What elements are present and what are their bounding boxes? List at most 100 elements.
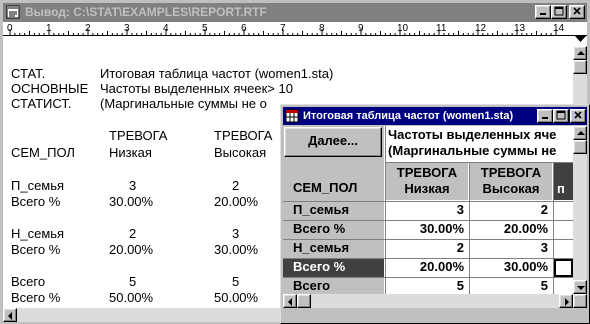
grid-row-label[interactable]: Всего % (283, 259, 384, 277)
column-header: ТРЕВОГА (109, 128, 168, 143)
child-title-bar[interactable]: Итоговая таблица частот (women1.sta) (283, 107, 587, 125)
column-header-line: ТРЕВОГА (396, 165, 458, 180)
column-header-anxiety-high[interactable]: ТРЕВОГА Высокая (470, 163, 552, 200)
frequency-table-window[interactable]: Итоговая таблица частот (women1.sta) Дал… (280, 104, 590, 324)
main-title-bar[interactable]: Вывод: C:\STAT\EXAMPLES\REPORT.RTF (3, 3, 587, 22)
table-icon (285, 109, 299, 123)
column-header-line: ТРЕВОГА (480, 165, 542, 180)
maximize-icon (556, 110, 566, 120)
grid-cell-partial[interactable] (554, 202, 573, 220)
grid-cell[interactable]: 5 (386, 278, 468, 294)
cell-value: 30.00% (214, 242, 259, 257)
cell-value: 50.00% (109, 290, 154, 305)
ruler-number: 0 (7, 23, 13, 34)
grid-cell[interactable]: 3 (386, 202, 468, 220)
child-maximize-button[interactable] (553, 109, 569, 123)
child-close-button[interactable] (570, 109, 586, 123)
column-header-line: п (557, 181, 565, 196)
column-header-line: Низкая (404, 181, 450, 196)
close-icon (573, 7, 581, 15)
ruler-number: 14 (553, 23, 565, 34)
scroll-left-button[interactable] (3, 308, 17, 322)
grid-line (385, 126, 386, 294)
down-arrow-icon (577, 286, 585, 290)
grid-cell[interactable]: 2 (470, 202, 552, 220)
child-scroll-up-button[interactable] (573, 126, 587, 140)
ruler-number: 10 (397, 23, 409, 34)
grid-line (469, 162, 470, 294)
cell-value: 2 (129, 226, 137, 241)
cell-value: 50.00% (214, 290, 259, 305)
minimize-icon (540, 13, 546, 15)
row-label: Всего % (11, 242, 61, 257)
frequency-grid[interactable]: Далее... СЕМ_ПОЛ Частоты выделенных яче … (283, 126, 573, 294)
next-button[interactable]: Далее... (284, 127, 382, 157)
child-horizontal-scrollbar[interactable] (283, 294, 573, 308)
grid-cell-partial[interactable] (554, 278, 573, 294)
grid-cell[interactable]: 30.00% (470, 259, 552, 277)
column-header-anxiety-low[interactable]: ТРЕВОГА Низкая (386, 163, 468, 200)
header-value: (Маргинальные суммы не о (100, 96, 267, 111)
grid-cell-partial[interactable] (554, 259, 573, 277)
grid-cell[interactable]: 5 (470, 278, 552, 294)
document-icon (6, 5, 20, 19)
cell-value: 30.00% (109, 194, 154, 209)
grid-cell[interactable]: 2 (386, 240, 468, 258)
column-header-partial[interactable]: п (554, 163, 573, 200)
child-scroll-left-button[interactable] (283, 294, 297, 308)
grid-title: Частоты выделенных яче (Маргинальные сум… (386, 126, 573, 161)
child-size-grip[interactable] (573, 294, 587, 308)
right-margin-marker[interactable] (575, 36, 586, 42)
row-label: Н_семья (11, 226, 65, 241)
row-label: П_семья (11, 178, 65, 193)
grid-title-line: Частоты выделенных яче (388, 127, 557, 142)
child-scroll-right-button[interactable] (559, 294, 573, 308)
child-scroll-down-button[interactable] (573, 280, 587, 294)
grid-cell-partial[interactable] (554, 221, 573, 239)
up-arrow-icon (577, 131, 585, 135)
ruler-number: 2 (85, 23, 91, 34)
scroll-up-button[interactable] (573, 46, 587, 60)
grid-line (283, 201, 573, 202)
child-minimize-button[interactable] (537, 109, 553, 123)
maximize-button[interactable] (551, 5, 567, 19)
column-header-line: Высокая (482, 181, 540, 196)
ruler-number: 4 (163, 23, 169, 34)
header-value: Итоговая таблица частот (women1.sta) (100, 66, 334, 81)
ruler-number: 1 (46, 23, 52, 34)
grid-cell[interactable]: 3 (470, 240, 552, 258)
grid-cell-partial[interactable] (554, 240, 573, 258)
column-header: Низкая (109, 145, 152, 160)
grid-title-line: (Маргинальные суммы не (388, 143, 557, 158)
left-arrow-icon (288, 298, 292, 306)
child-scroll-thumb[interactable] (573, 140, 587, 154)
up-arrow-icon (577, 51, 585, 55)
right-arrow-icon (565, 298, 569, 306)
cell-value: 20.00% (214, 194, 259, 209)
close-button[interactable] (569, 5, 585, 19)
cell-value: 3 (232, 226, 240, 241)
grid-cell[interactable]: 20.00% (470, 221, 552, 239)
cell-value: 2 (232, 178, 240, 193)
column-header: Высокая (214, 145, 267, 160)
header-label: СТАТИСТ. (11, 96, 72, 111)
main-window-title: Вывод: C:\STAT\EXAMPLES\REPORT.RTF (25, 5, 267, 19)
row-label: Всего (11, 274, 46, 289)
grid-cell[interactable]: 20.00% (386, 259, 468, 277)
grid-row-label[interactable]: Всего (283, 278, 384, 294)
scroll-thumb[interactable] (573, 60, 587, 74)
grid-row-label[interactable]: Всего % (283, 221, 384, 239)
left-arrow-icon (8, 312, 12, 320)
ruler[interactable]: 0 1 2 3 4 5 6 7 8 9 10 11 12 13 14 (3, 22, 587, 46)
child-vertical-scrollbar[interactable] (573, 126, 587, 294)
row-header: СЕМ_ПОЛ (11, 145, 75, 160)
grid-row-label[interactable]: Н_семья (283, 240, 384, 258)
child-window-title: Итоговая таблица частот (women1.sta) (303, 110, 514, 122)
close-icon (574, 111, 582, 119)
child-scroll-h-thumb[interactable] (297, 294, 311, 308)
minimize-button[interactable] (535, 5, 551, 19)
cell-value: 20.00% (109, 242, 154, 257)
grid-cell[interactable]: 30.00% (386, 221, 468, 239)
grid-corner: Далее... СЕМ_ПОЛ (283, 126, 384, 202)
grid-row-label[interactable]: П_семья (283, 202, 384, 220)
